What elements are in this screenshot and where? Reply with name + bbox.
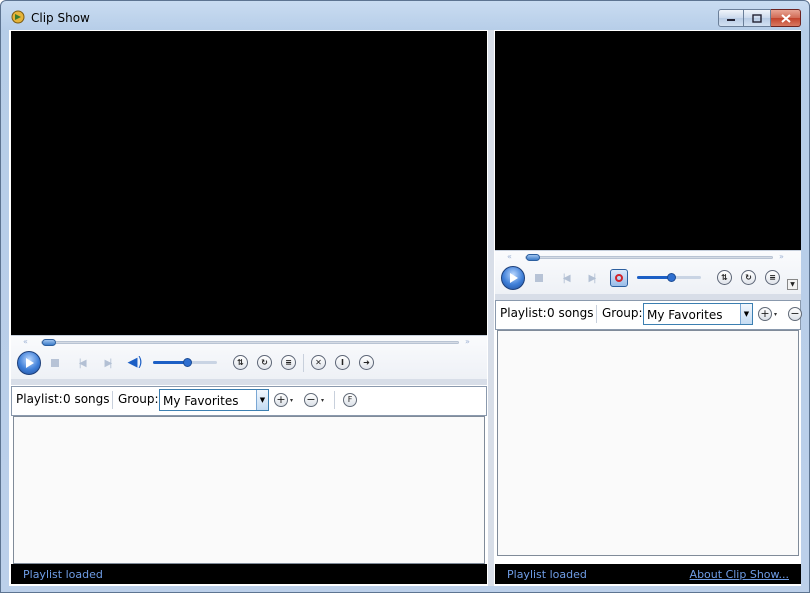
- maximize-icon: [752, 13, 762, 23]
- right-seek-thumb[interactable]: [526, 254, 540, 261]
- left-status-text: Playlist loaded: [23, 568, 103, 581]
- left-horizontal-splitter[interactable]: [11, 379, 487, 385]
- left-minus-button[interactable]: −: [304, 393, 318, 407]
- left-volume-track[interactable]: [153, 358, 217, 367]
- playlist-separator: [334, 391, 335, 409]
- left-playlist-label: Playlist:: [16, 392, 63, 406]
- left-playlist-list[interactable]: [13, 416, 485, 564]
- app-window: Clip Show « » |◀ ▶| ◀) ⇅ ↻ ≡ ✕ I ➜ Playl…: [0, 0, 810, 593]
- playlist-separator: [596, 305, 597, 323]
- add-caret-icon[interactable]: ▾: [290, 397, 293, 404]
- left-filter-button[interactable]: F: [343, 393, 357, 407]
- right-transport-bar: « » |◀ ▶| ⇅ ↻ ≡ ▼: [495, 250, 801, 294]
- dropdown-arrow-icon[interactable]: ▼: [256, 390, 268, 410]
- clip-show-app-icon: [11, 10, 25, 24]
- right-video-area[interactable]: [495, 31, 801, 250]
- previous-icon: |◀: [78, 357, 86, 369]
- window-title: Clip Show: [31, 11, 90, 25]
- minimize-button[interactable]: [718, 9, 744, 27]
- skip-forward-icon[interactable]: »: [465, 337, 470, 346]
- minus-caret-icon[interactable]: ▾: [321, 397, 324, 404]
- skip-back-icon[interactable]: «: [23, 337, 28, 346]
- right-playlist-list[interactable]: [497, 330, 799, 556]
- right-play-button[interactable]: [501, 266, 525, 290]
- left-video-area[interactable]: [11, 31, 487, 335]
- left-remove-button[interactable]: ✕: [311, 355, 326, 370]
- volume-icon: ◀): [127, 354, 143, 370]
- close-button[interactable]: [771, 9, 801, 27]
- right-volume-track[interactable]: [637, 273, 701, 282]
- right-minus-button[interactable]: −: [788, 307, 802, 321]
- left-group-dropdown[interactable]: My Favorites ▼: [159, 389, 269, 411]
- left-playlist-count: 0 songs: [63, 392, 110, 406]
- right-playlist-toolbar: Playlist: 0 songs Group: My Favorites ▼ …: [495, 300, 802, 330]
- left-list-button[interactable]: ≡: [281, 355, 296, 370]
- right-status-bar: Playlist loaded About Clip Show...: [495, 564, 801, 584]
- next-icon: ▶|: [104, 357, 112, 369]
- left-volume-button[interactable]: ◀): [125, 354, 145, 370]
- right-group-dropdown[interactable]: My Favorites ▼: [643, 303, 753, 325]
- play-icon: [510, 273, 518, 283]
- left-play-button[interactable]: [17, 351, 41, 375]
- play-icon: [26, 358, 34, 368]
- left-group-value: My Favorites: [163, 394, 239, 408]
- stop-icon: [51, 359, 59, 367]
- right-volume-thumb[interactable]: [667, 273, 676, 282]
- playlist-separator: [112, 391, 113, 409]
- left-seek-bar[interactable]: [41, 339, 459, 346]
- window-controls: [718, 9, 801, 27]
- right-stop-button[interactable]: [533, 272, 545, 284]
- stop-icon: [535, 274, 543, 282]
- right-shuffle-button[interactable]: ⇅: [717, 270, 732, 285]
- left-transport-bar: « » |◀ ▶| ◀) ⇅ ↻ ≡ ✕ I ➜: [11, 335, 487, 379]
- left-info-button[interactable]: I: [335, 355, 350, 370]
- transport-separator: [303, 354, 304, 372]
- add-caret-icon[interactable]: ▾: [774, 311, 777, 318]
- dropdown-arrow-icon[interactable]: ▼: [740, 304, 752, 324]
- left-stop-button[interactable]: [49, 357, 61, 369]
- minimize-icon: [727, 19, 735, 21]
- left-repeat-button[interactable]: ↻: [257, 355, 272, 370]
- left-next-button[interactable]: ▶|: [99, 356, 115, 370]
- right-repeat-button[interactable]: ↻: [741, 270, 756, 285]
- mute-indicator-icon: [615, 274, 623, 282]
- vertical-splitter[interactable]: [488, 30, 494, 586]
- left-shuffle-button[interactable]: ⇅: [233, 355, 248, 370]
- about-clip-show-link[interactable]: About Clip Show...: [690, 568, 789, 581]
- left-playlist-toolbar: Playlist: 0 songs Group: My Favorites ▼ …: [11, 386, 487, 416]
- next-icon: ▶|: [588, 272, 596, 284]
- left-add-button[interactable]: +: [274, 393, 288, 407]
- right-next-button[interactable]: ▶|: [583, 271, 599, 285]
- close-icon: [780, 13, 791, 23]
- skip-back-icon[interactable]: «: [507, 252, 512, 261]
- previous-icon: |◀: [562, 272, 570, 284]
- right-seek-bar[interactable]: [525, 254, 773, 261]
- right-playlist-count: 0 songs: [547, 306, 594, 320]
- left-status-bar: Playlist loaded: [11, 564, 487, 584]
- left-volume-thumb[interactable]: [183, 358, 192, 367]
- right-status-text: Playlist loaded: [507, 568, 587, 581]
- left-seek-thumb[interactable]: [42, 339, 56, 346]
- right-list-button[interactable]: ≡: [765, 270, 780, 285]
- title-bar[interactable]: Clip Show: [1, 1, 809, 31]
- right-mute-button[interactable]: [609, 268, 629, 288]
- muted-speaker-icon: [610, 269, 628, 287]
- right-previous-button[interactable]: |◀: [557, 271, 573, 285]
- left-previous-button[interactable]: |◀: [73, 356, 89, 370]
- right-add-button[interactable]: +: [758, 307, 772, 321]
- maximize-button[interactable]: [744, 9, 771, 27]
- left-group-label: Group:: [118, 392, 159, 406]
- left-go-button[interactable]: ➜: [359, 355, 374, 370]
- right-group-label: Group:: [602, 306, 643, 320]
- right-more-controls-dropdown[interactable]: ▼: [787, 279, 798, 290]
- right-group-value: My Favorites: [647, 308, 723, 322]
- skip-forward-icon[interactable]: »: [779, 252, 784, 261]
- right-playlist-label: Playlist:: [500, 306, 547, 320]
- client-area: « » |◀ ▶| ◀) ⇅ ↻ ≡ ✕ I ➜ Playlist: 0 son…: [9, 30, 802, 586]
